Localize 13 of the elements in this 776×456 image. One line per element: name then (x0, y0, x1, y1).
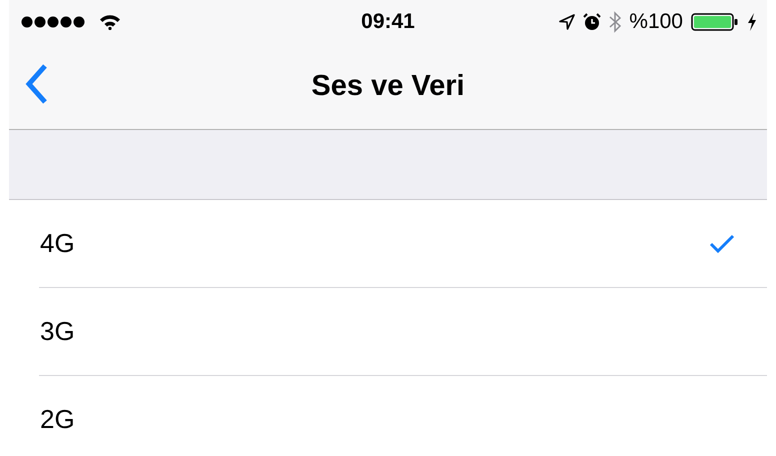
status-time: 09:41 (361, 10, 415, 34)
charging-bolt-icon (747, 13, 757, 31)
location-arrow-icon (559, 14, 576, 30)
nav-title: Ses ve Veri (311, 70, 465, 102)
network-option[interactable]: 3G (39, 288, 767, 376)
wifi-icon (99, 14, 121, 30)
bluetooth-icon (609, 11, 622, 33)
battery-percent: %100 (629, 10, 683, 34)
back-button[interactable] (25, 63, 49, 105)
network-option[interactable]: 2G (39, 376, 767, 456)
battery-icon (691, 12, 739, 32)
network-option[interactable]: 4G (39, 200, 767, 288)
alarm-clock-icon (583, 13, 602, 31)
